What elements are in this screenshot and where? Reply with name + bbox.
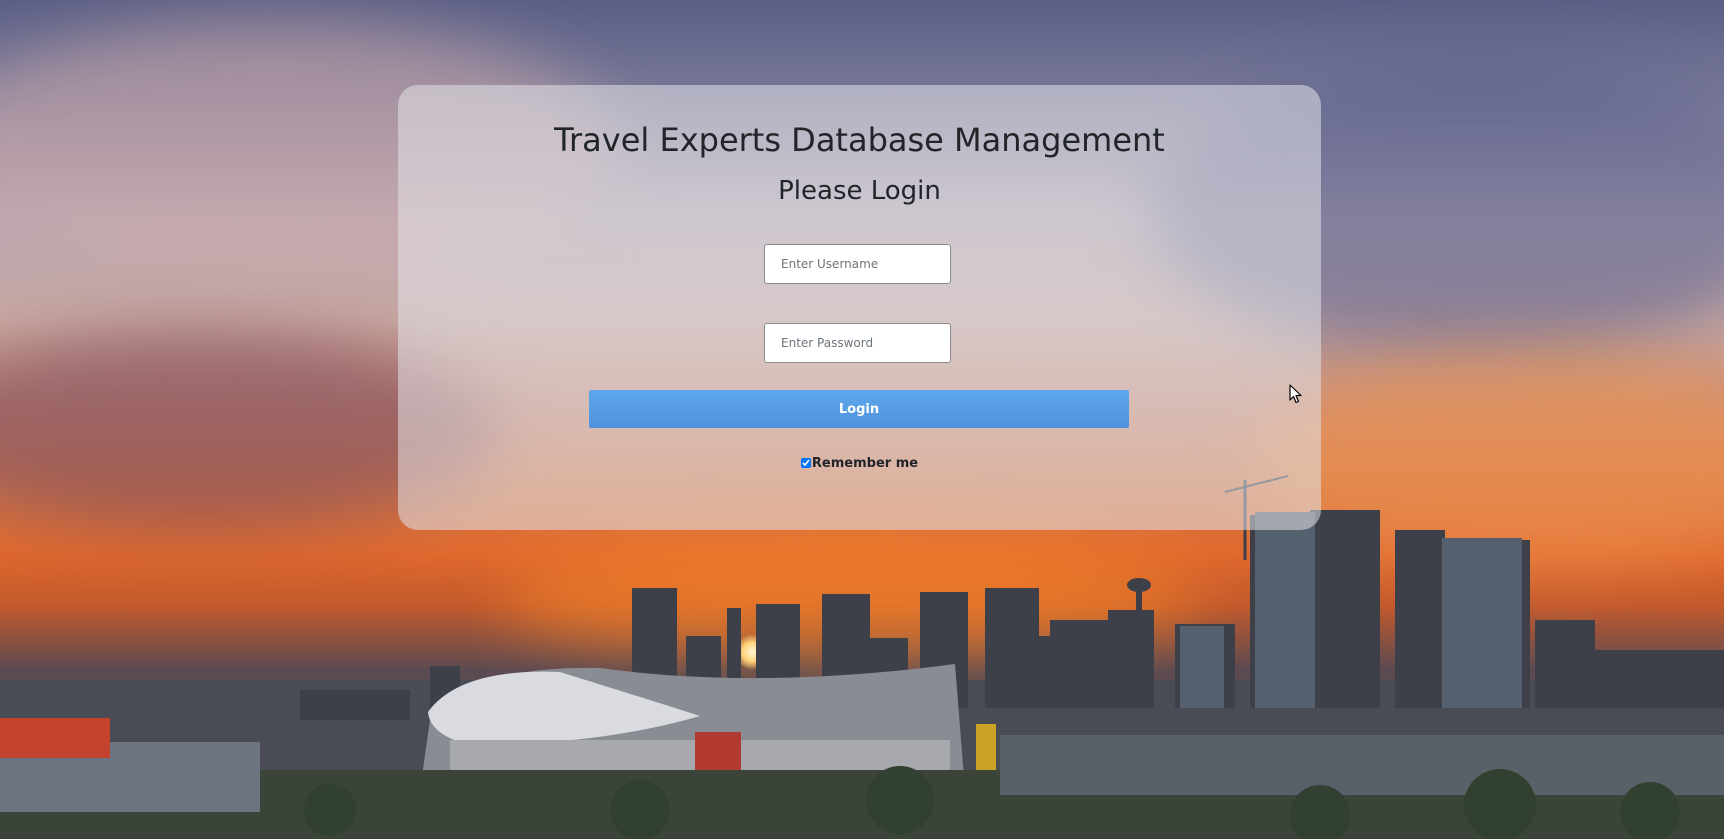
remember-me-checkbox[interactable] (800, 458, 811, 468)
login-subtitle: Please Login (778, 176, 941, 206)
password-input[interactable] (764, 323, 951, 363)
username-input[interactable] (764, 244, 951, 284)
login-panel: Travel Experts Database Management Pleas… (398, 85, 1321, 530)
mouse-pointer-icon (1289, 384, 1302, 404)
page-title: Travel Experts Database Management (554, 121, 1165, 159)
remember-me-label[interactable]: Remember me (812, 456, 918, 471)
remember-me-row: Remember me (398, 456, 1321, 471)
login-button[interactable]: Login (589, 390, 1129, 428)
